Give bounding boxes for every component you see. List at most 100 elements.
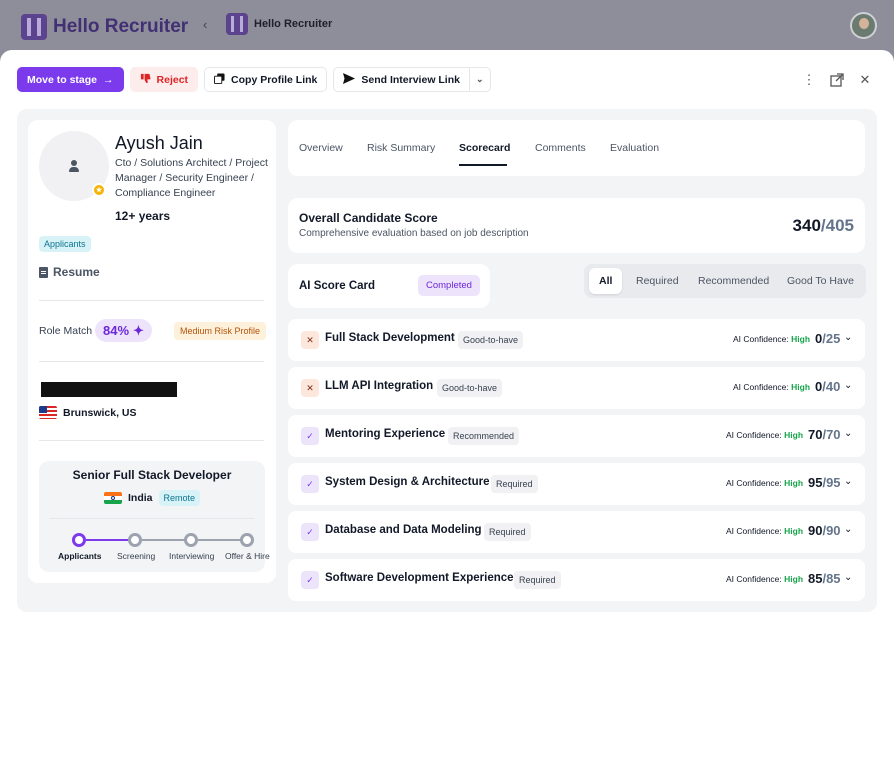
tab-risk-summary[interactable]: Risk Summary xyxy=(367,142,435,154)
modal-content: ★ Ayush Jain Cto / Solutions Architect /… xyxy=(17,109,877,612)
divider xyxy=(39,300,264,301)
tab-evaluation[interactable]: Evaluation xyxy=(610,142,659,154)
filter-required[interactable]: Required xyxy=(626,268,689,294)
skill-priority-tag: Good-to-have xyxy=(458,331,524,349)
chevron-down-icon[interactable]: ⌄ xyxy=(844,428,853,439)
ai-confidence-level: High xyxy=(784,526,804,536)
skill-row[interactable]: ✕ LLM API Integration Good-to-have AI Co… xyxy=(288,367,865,409)
skill-row[interactable]: ✓ Database and Data Modeling Required AI… xyxy=(288,511,865,553)
risk-profile-badge: Medium Risk Profile xyxy=(174,322,267,340)
job-country: India xyxy=(128,492,153,504)
filter-good-to-have[interactable]: Good To Have xyxy=(777,268,864,294)
collapse-chevron-icon[interactable]: ‹ xyxy=(203,17,207,32)
skill-row[interactable]: ✓ Software Development Experience Requir… xyxy=(288,559,865,601)
ai-confidence-level: High xyxy=(791,382,811,392)
logo-small-icon xyxy=(226,13,248,35)
tab-scorecard[interactable]: Scorecard xyxy=(459,142,510,154)
pipeline-step-label: Interviewing xyxy=(169,551,215,561)
ai-confidence-level: High xyxy=(784,478,804,488)
more-options-icon[interactable]: ⋮ xyxy=(801,72,817,88)
skill-name: Mentoring Experience xyxy=(325,428,446,440)
divider xyxy=(50,518,254,519)
tab-comments[interactable]: Comments xyxy=(535,142,586,154)
skill-score-number: 95 xyxy=(808,475,823,490)
send-interview-link-group: Send Interview Link ⌄ xyxy=(333,67,491,92)
overall-score-value: 340/405 xyxy=(793,216,854,236)
skill-row[interactable]: ✕ Full Stack Development Good-to-have AI… xyxy=(288,319,865,361)
skill-score: 95/95 xyxy=(808,475,841,490)
reject-label: Reject xyxy=(156,73,189,86)
skill-score-max: /85 xyxy=(822,571,841,586)
skill-score: 70/70 xyxy=(808,427,841,442)
chevron-down-icon[interactable]: ⌄ xyxy=(844,380,853,391)
skill-score-max: /25 xyxy=(822,331,841,346)
pipeline-step-dot[interactable] xyxy=(240,533,254,547)
copy-icon xyxy=(214,72,225,87)
chevron-down-icon[interactable]: ⌄ xyxy=(844,332,853,343)
send-options-dropdown[interactable]: ⌄ xyxy=(469,67,491,92)
pipeline-step-dot[interactable] xyxy=(184,533,198,547)
pipeline-step-label: Screening xyxy=(117,551,156,561)
move-to-stage-label: Move to stage xyxy=(27,73,98,86)
role-match-label: Role Match xyxy=(39,325,93,337)
check-icon: ✓ xyxy=(301,427,319,445)
candidate-modal: Move to stage → Reject Copy Profile Link… xyxy=(0,50,894,768)
overall-score-title: Overall Candidate Score xyxy=(299,211,438,225)
send-icon xyxy=(343,72,356,87)
skill-score: 85/85 xyxy=(808,571,841,586)
role-match-value: 84% xyxy=(103,323,130,338)
user-avatar[interactable] xyxy=(850,12,877,39)
pipeline-step-dot[interactable] xyxy=(128,533,142,547)
skill-score-max: /90 xyxy=(822,523,841,538)
overall-score-max: /405 xyxy=(820,216,854,235)
filter-all[interactable]: All xyxy=(589,268,623,294)
sparkle-icon: ✦ xyxy=(133,322,144,338)
send-interview-link-button[interactable]: Send Interview Link xyxy=(333,67,470,92)
active-tab-indicator xyxy=(459,164,507,166)
ai-confidence-level: High xyxy=(784,430,804,440)
ai-confidence: AI Confidence: High xyxy=(733,382,810,392)
stage-badge: Applicants xyxy=(39,236,91,252)
skill-score-max: /70 xyxy=(822,427,841,442)
resume-link[interactable]: Resume xyxy=(39,265,100,279)
role-match-pill: 84% ✦ xyxy=(95,319,152,342)
ai-confidence: AI Confidence: High xyxy=(733,334,810,344)
nav-brand: Hello Recruiter xyxy=(226,13,332,35)
move-to-stage-button[interactable]: Move to stage → xyxy=(17,67,124,92)
chevron-down-icon[interactable]: ⌄ xyxy=(844,476,853,487)
pipeline-step-label: Applicants xyxy=(58,551,102,561)
ai-confidence: AI Confidence: High xyxy=(726,478,803,488)
check-icon: ✓ xyxy=(301,475,319,493)
pipeline-step-dot[interactable] xyxy=(72,533,86,547)
tab-overview[interactable]: Overview xyxy=(299,142,343,154)
copy-profile-link-button[interactable]: Copy Profile Link xyxy=(204,67,328,92)
job-card: Senior Full Stack Developer India Remote… xyxy=(39,461,270,572)
skill-name: Full Stack Development xyxy=(325,332,455,344)
ai-confidence-label: AI Confidence: xyxy=(726,526,782,536)
skill-row[interactable]: ✓ Mentoring Experience Recommended AI Co… xyxy=(288,415,865,457)
gold-badge-icon: ★ xyxy=(92,183,106,197)
arrow-right-icon: → xyxy=(103,73,114,86)
cross-icon: ✕ xyxy=(301,379,319,397)
skill-priority-tag: Required xyxy=(484,523,531,541)
ai-confidence-label: AI Confidence: xyxy=(726,430,782,440)
resume-label: Resume xyxy=(53,265,100,279)
reject-button[interactable]: Reject xyxy=(129,67,199,92)
brand-name: Hello Recruiter xyxy=(53,16,189,37)
skill-score-number: 70 xyxy=(808,427,823,442)
brand-logo: Hello Recruiter xyxy=(21,14,188,40)
skill-row[interactable]: ✓ System Design & Architecture Required … xyxy=(288,463,865,505)
chevron-down-icon[interactable]: ⌄ xyxy=(844,524,853,535)
india-flag-icon xyxy=(104,492,122,504)
filter-recommended[interactable]: Recommended xyxy=(688,268,779,294)
ai-confidence: AI Confidence: High xyxy=(726,574,803,584)
chevron-down-icon[interactable]: ⌄ xyxy=(844,572,853,583)
check-icon: ✓ xyxy=(301,523,319,541)
open-external-icon[interactable] xyxy=(829,72,845,88)
skill-name: System Design & Architecture xyxy=(325,476,490,488)
pipeline-step-label: Offer & Hire xyxy=(225,551,270,561)
document-icon xyxy=(39,266,48,278)
send-interview-link-label: Send Interview Link xyxy=(361,73,460,86)
close-icon[interactable]: ✕ xyxy=(857,72,873,88)
cross-icon: ✕ xyxy=(301,331,319,349)
